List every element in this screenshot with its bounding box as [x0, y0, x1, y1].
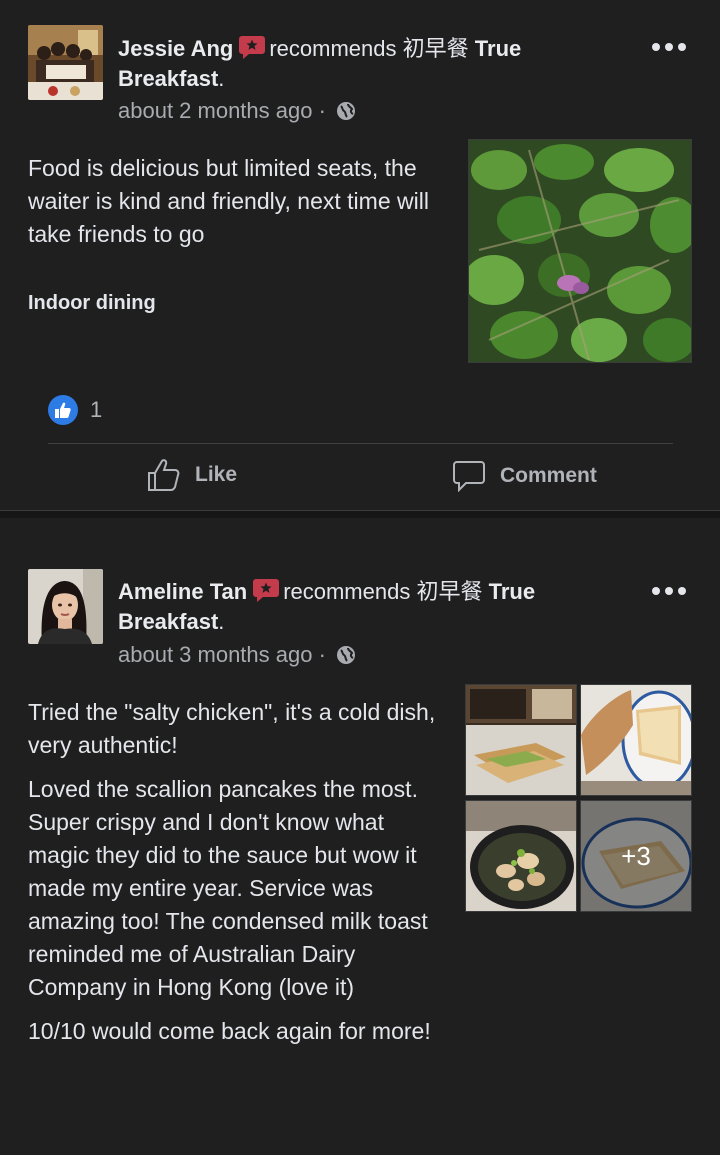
like-button[interactable]: Like — [147, 458, 237, 492]
more-photos-count: +3 — [581, 801, 691, 911]
dot-icon — [665, 587, 673, 595]
dot-icon — [665, 43, 673, 51]
page-period: . — [218, 609, 225, 634]
more-options-button[interactable] — [652, 586, 686, 596]
meta-separator: · — [318, 642, 326, 667]
thumbs-up-outline-icon — [148, 459, 180, 491]
globe-icon — [336, 101, 356, 121]
photo-tile[interactable] — [465, 684, 577, 796]
photo-grid: +3 — [465, 684, 692, 912]
dining-tag: Indoor dining — [28, 292, 156, 314]
page-period: . — [218, 66, 225, 91]
post-header: Jessie Ang recommends 初早餐 True Breakfast. — [118, 34, 618, 94]
dot-icon — [678, 587, 686, 595]
thumbs-up-icon — [48, 395, 78, 425]
photo-tile[interactable] — [580, 684, 692, 796]
recommends-text: recommends — [269, 36, 397, 61]
review-post: Ameline Tan recommends 初早餐 True Breakfast.… — [0, 518, 720, 1155]
globe-icon — [336, 645, 356, 665]
photo-tile-more[interactable]: +3 — [580, 800, 692, 912]
meta-separator: · — [318, 98, 326, 123]
page-name-cn[interactable]: 初早餐 — [403, 36, 469, 61]
photo-tile[interactable] — [465, 800, 577, 912]
dot-icon — [652, 587, 660, 595]
review-paragraph: 10/10 would come back again for more! — [28, 1018, 431, 1044]
page-name-en-2[interactable]: Breakfast — [118, 609, 218, 634]
recommend-icon — [253, 577, 280, 603]
dot-icon — [652, 43, 660, 51]
page-name-en-1[interactable]: True — [475, 36, 521, 61]
review-photo[interactable] — [468, 139, 692, 363]
timestamp[interactable]: about 2 months ago — [118, 98, 312, 123]
reaction-summary[interactable]: 1 — [48, 395, 102, 425]
comment-button[interactable]: Comment — [452, 460, 597, 492]
like-label: Like — [195, 463, 238, 486]
post-meta: about 2 months ago · — [118, 98, 356, 124]
comment-label: Comment — [500, 464, 597, 487]
recommends-text: recommends — [283, 579, 411, 604]
review-post: Jessie Ang recommends 初早餐 True Breakfast. … — [0, 0, 720, 510]
page-name-en-1[interactable]: True — [489, 579, 535, 604]
dot-icon — [678, 43, 686, 51]
like-count: 1 — [90, 397, 103, 422]
divider — [48, 443, 673, 444]
review-text: Food is delicious but limited seats, the… — [28, 155, 429, 247]
recommend-icon — [239, 34, 266, 60]
post-header: Ameline Tan recommends 初早餐 True Breakfast. — [118, 577, 618, 637]
more-options-button[interactable] — [652, 42, 686, 52]
review-paragraph: Loved the scallion pancakes the most. Su… — [28, 776, 428, 1000]
review-text: Tried the "salty chicken", it's a cold d… — [28, 696, 448, 1059]
avatar[interactable] — [28, 569, 103, 644]
review-paragraph: Tried the "salty chicken", it's a cold d… — [28, 699, 436, 758]
comment-icon — [453, 461, 485, 492]
author-name[interactable]: Jessie Ang — [118, 36, 233, 61]
page-name-cn[interactable]: 初早餐 — [416, 579, 482, 604]
timestamp[interactable]: about 3 months ago — [118, 642, 312, 667]
post-meta: about 3 months ago · — [118, 642, 356, 668]
avatar[interactable] — [28, 25, 103, 100]
post-divider — [0, 510, 720, 518]
author-name[interactable]: Ameline Tan — [118, 579, 247, 604]
page-name-en-2[interactable]: Breakfast — [118, 66, 218, 91]
